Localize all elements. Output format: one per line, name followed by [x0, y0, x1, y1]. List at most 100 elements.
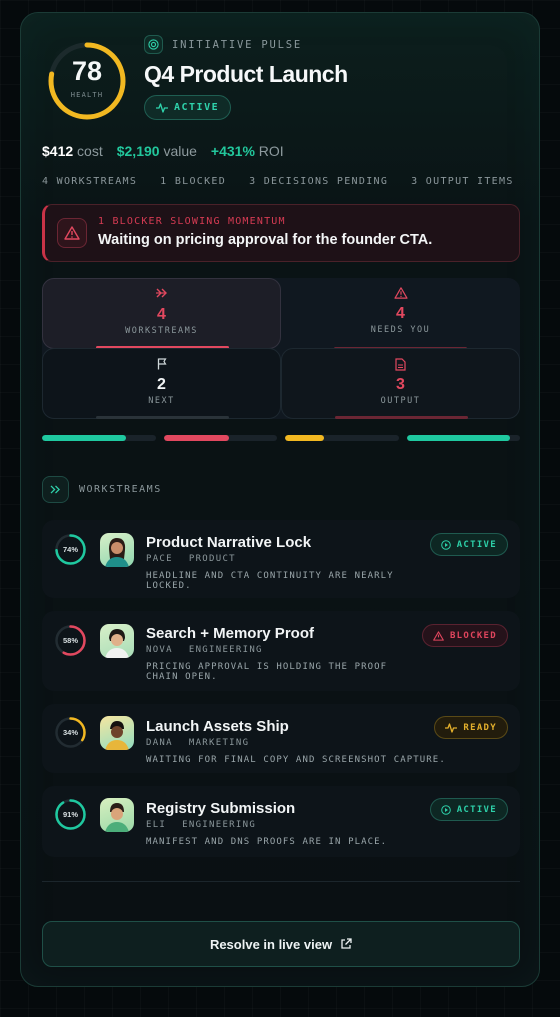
stat-label: NEXT [148, 396, 175, 406]
stat-tile-output[interactable]: 3 OUTPUT [281, 348, 520, 419]
warning-icon [393, 287, 408, 299]
warning-icon [433, 630, 444, 641]
workstream-team: ENGINEERING [182, 820, 257, 830]
value-value: $2,190 [116, 143, 160, 159]
summary-counts: 4 WORKSTREAMS 1 BLOCKED 3 DECISIONS PEND… [42, 176, 514, 187]
workstream-row[interactable]: 91% Registry Submission ELI ENGINEERING M… [42, 786, 520, 857]
progress-percent: 34% [62, 728, 78, 737]
progress-percent: 74% [62, 545, 78, 554]
progress-segment [163, 435, 277, 441]
workstream-description: MANIFEST AND DNS PROOFS ARE IN PLACE. [146, 837, 388, 847]
avatar [100, 716, 134, 750]
workstream-description: WAITING FOR FINAL COPY AND SCREENSHOT CA… [146, 755, 446, 765]
workstream-owner: DANA [146, 738, 173, 748]
status-badge: READY [434, 716, 508, 739]
avatar [100, 624, 134, 658]
workstream-meta: NOVA ENGINEERING [146, 645, 263, 655]
workstream-description: HEADLINE AND CTA CONTINUITY ARE NEARLY L… [146, 571, 394, 591]
progress-segments [42, 435, 520, 441]
workstream-name: Search + Memory Proof [146, 625, 314, 642]
resolve-button-label: Resolve in live view [209, 936, 333, 952]
count-output: 3 OUTPUT ITEMS [411, 176, 514, 187]
play-circle-icon [440, 539, 451, 550]
workstream-team: PRODUCT [188, 554, 236, 564]
workstream-row[interactable]: 58% Search + Memory Proof NOVA ENGINEERIN… [42, 611, 520, 691]
stat-tile-needs-you[interactable]: 4 NEEDS YOU [281, 278, 520, 350]
double-chevron-right-icon [155, 288, 167, 298]
status-text: BLOCKED [449, 630, 497, 641]
workstream-row[interactable]: 74% Product Narrative Lock PACE PRODUCT H… [42, 520, 520, 598]
warning-icon [57, 218, 87, 248]
health-gauge: 78 HEALTH [47, 41, 127, 121]
stat-value: 2 [157, 376, 166, 393]
progress-ring: 58% [54, 624, 87, 657]
progress-segment [406, 435, 520, 441]
workstream-meta: ELI ENGINEERING [146, 820, 256, 830]
double-chevron-right-icon [42, 476, 69, 503]
status-badge: ACTIVE [144, 95, 232, 120]
roi-label: ROI [258, 143, 284, 159]
workstream-name: Launch Assets Ship [146, 718, 289, 735]
health-label: HEALTH [70, 91, 104, 99]
status-text: ACTIVE [174, 102, 220, 113]
status-badge: ACTIVE [429, 798, 508, 821]
stat-value: 3 [396, 376, 405, 393]
progress-ring: 34% [54, 716, 87, 749]
blocker-alert[interactable]: 1 BLOCKER SLOWING MOMENTUM Waiting on pr… [42, 204, 520, 262]
avatar [100, 798, 134, 832]
progress-ring: 91% [54, 798, 87, 831]
eyebrow: INITIATIVE PULSE [144, 35, 302, 54]
pulse-icon [445, 722, 458, 733]
progress-percent: 91% [62, 810, 78, 819]
workstream-team: MARKETING [188, 738, 250, 748]
workstream-description: PRICING APPROVAL IS HOLDING THE PROOF CH… [146, 662, 388, 682]
workstream-meta: PACE PRODUCT [146, 554, 236, 564]
flag-icon [157, 358, 167, 370]
divider [42, 881, 520, 882]
section-title: WORKSTREAMS [79, 484, 162, 495]
workstream-name: Registry Submission [146, 800, 296, 817]
stat-bar [335, 416, 468, 419]
progress-segment [42, 435, 156, 441]
document-icon [395, 358, 406, 371]
health-score: 78 [71, 56, 103, 86]
initiative-card: 78 HEALTH INITIATIVE PULSE Q4 Product La… [20, 12, 540, 987]
workstream-team: ENGINEERING [188, 645, 263, 655]
resolve-button[interactable]: Resolve in live view [42, 921, 520, 967]
status-text: READY [463, 722, 497, 733]
workstream-owner: NOVA [146, 645, 173, 655]
alert-kicker: 1 BLOCKER SLOWING MOMENTUM [98, 216, 286, 227]
status-badge: BLOCKED [421, 624, 508, 647]
stats-grid: 4 WORKSTREAMS 4 NEEDS YOU 2 NEXT 3 OUTPU… [42, 278, 520, 419]
count-workstreams: 4 WORKSTREAMS [42, 176, 138, 187]
workstream-row[interactable]: 34% Launch Assets Ship DANA MARKETING WAI… [42, 704, 520, 773]
stat-label: OUTPUT [380, 396, 421, 406]
stat-value: 4 [157, 306, 166, 323]
play-circle-icon [440, 804, 451, 815]
cost-label: cost [77, 143, 103, 159]
progress-ring: 74% [54, 533, 87, 566]
workstream-name: Product Narrative Lock [146, 534, 312, 551]
page-title: Q4 Product Launch [144, 61, 348, 87]
avatar [100, 533, 134, 567]
status-text: ACTIVE [456, 539, 497, 550]
metrics-row: $412 cost $2,190 value +431% ROI [42, 143, 284, 159]
workstream-meta: DANA MARKETING [146, 738, 249, 748]
stat-tile-next[interactable]: 2 NEXT [42, 348, 281, 419]
alert-message: Waiting on pricing approval for the foun… [98, 232, 433, 248]
value-label: value [163, 143, 197, 159]
stat-bar [96, 416, 229, 419]
status-badge: ACTIVE [429, 533, 508, 556]
progress-percent: 58% [62, 636, 78, 645]
stat-label: WORKSTREAMS [125, 326, 198, 336]
target-icon [144, 35, 163, 54]
stat-tile-workstreams[interactable]: 4 WORKSTREAMS [42, 278, 281, 349]
workstream-owner: ELI [146, 820, 167, 830]
count-decisions: 3 DECISIONS PENDING [249, 176, 389, 187]
stat-value: 4 [396, 305, 405, 322]
cost-value: $412 [42, 143, 74, 159]
progress-segment [285, 435, 399, 441]
pulse-icon [156, 102, 168, 113]
external-link-icon [341, 938, 352, 949]
stat-label: NEEDS YOU [370, 325, 431, 335]
